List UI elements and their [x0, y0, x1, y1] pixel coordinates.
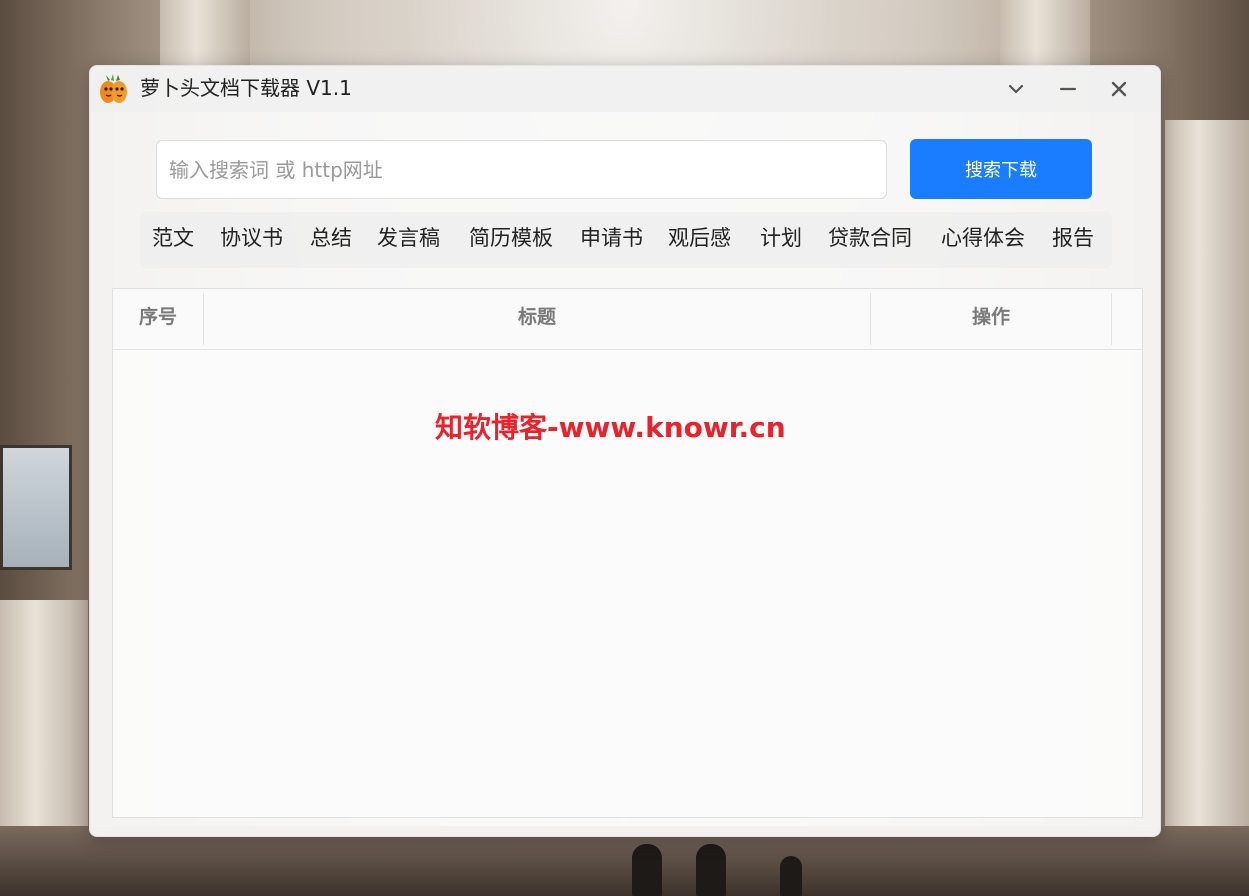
background-pillar	[0, 600, 88, 840]
minimize-button[interactable]	[1050, 74, 1086, 104]
background-pillar	[1000, 0, 1090, 70]
app-window: 萝卜头文档下载器 V1.1 搜索下载 范文 协议书 总结 发言稿 简历模板 申请…	[89, 65, 1161, 837]
background-person	[780, 856, 802, 896]
close-icon	[1111, 81, 1127, 97]
category-guanhougan[interactable]: 观后感	[668, 212, 731, 268]
category-xinde[interactable]: 心得体会	[941, 212, 1025, 268]
column-header-index[interactable]: 序号	[113, 289, 203, 349]
background-person	[632, 844, 662, 896]
window-title: 萝卜头文档下载器 V1.1	[140, 76, 352, 100]
category-daikuan[interactable]: 贷款合同	[828, 212, 912, 268]
column-header-action[interactable]: 操作	[871, 289, 1111, 349]
category-zongjie[interactable]: 总结	[310, 212, 352, 268]
column-header-title[interactable]: 标题	[204, 289, 870, 349]
category-jihua[interactable]: 计划	[760, 212, 802, 268]
background-person	[696, 844, 726, 896]
title-bar[interactable]: 萝卜头文档下载器 V1.1	[90, 66, 1160, 112]
chevron-down-icon	[1008, 84, 1024, 94]
category-jianli[interactable]: 简历模板	[469, 212, 553, 268]
category-fayangao[interactable]: 发言稿	[377, 212, 440, 268]
category-baogao[interactable]: 报告	[1052, 212, 1094, 268]
background-pillar	[1165, 120, 1249, 840]
carrot-logo-icon	[100, 74, 127, 103]
background-display-case	[0, 445, 72, 570]
category-fanwen[interactable]: 范文	[152, 212, 194, 268]
search-input[interactable]	[156, 140, 887, 199]
background-pillar	[160, 0, 250, 70]
category-shenqingshu[interactable]: 申请书	[580, 212, 643, 268]
search-download-button[interactable]: 搜索下载	[910, 139, 1092, 199]
category-xieyishu[interactable]: 协议书	[220, 212, 283, 268]
close-button[interactable]	[1101, 74, 1137, 104]
column-divider[interactable]	[1111, 293, 1112, 345]
category-bar: 范文 协议书 总结 发言稿 简历模板 申请书 观后感 计划 贷款合同 心得体会 …	[140, 212, 1112, 268]
table-header: 序号 标题 操作	[113, 289, 1142, 350]
minimize-icon	[1059, 87, 1077, 91]
results-table: 序号 标题 操作	[112, 288, 1143, 818]
dropdown-button[interactable]	[998, 74, 1034, 104]
watermark-text: 知软博客-www.knowr.cn	[435, 411, 786, 444]
